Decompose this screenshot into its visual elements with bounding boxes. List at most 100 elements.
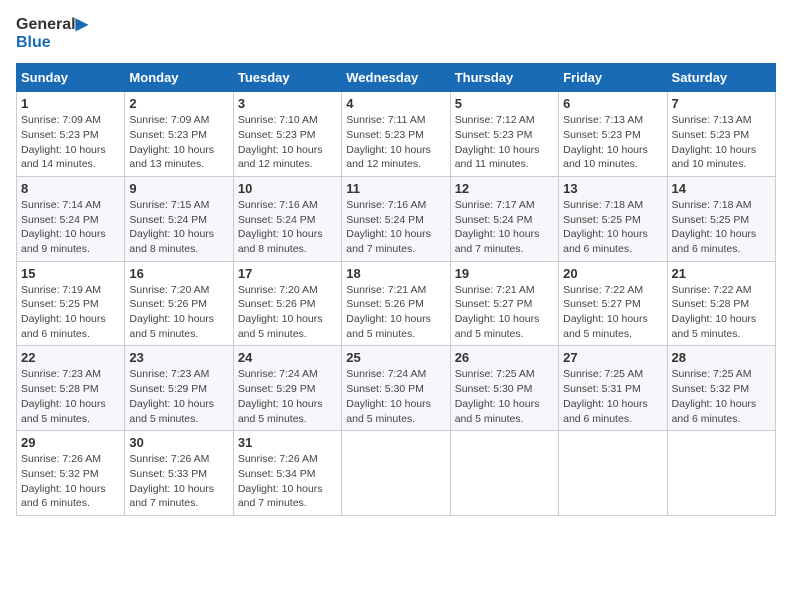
day-info: Sunrise: 7:26 AMSunset: 5:34 PMDaylight:… xyxy=(238,452,337,511)
day-number: 7 xyxy=(672,96,771,111)
calendar-day-cell: 13 Sunrise: 7:18 AMSunset: 5:25 PMDayligh… xyxy=(559,176,667,261)
day-info: Sunrise: 7:09 AMSunset: 5:23 PMDaylight:… xyxy=(129,113,228,172)
day-number: 28 xyxy=(672,350,771,365)
calendar-day-cell: 16Sunrise: 7:20 AMSunset: 5:26 PMDayligh… xyxy=(125,261,233,346)
day-number: 17 xyxy=(238,266,337,281)
day-info: Sunrise: 7:21 AMSunset: 5:26 PMDaylight:… xyxy=(346,283,445,342)
day-number: 16 xyxy=(129,266,228,281)
calendar-day-cell: 23 Sunrise: 7:23 AMSunset: 5:29 PMDayligh… xyxy=(125,346,233,431)
empty-cell xyxy=(450,431,558,516)
day-info: Sunrise: 7:11 AMSunset: 5:23 PMDaylight:… xyxy=(346,113,445,172)
day-number: 14 xyxy=(672,181,771,196)
empty-cell xyxy=(342,431,450,516)
day-number: 19 xyxy=(455,266,554,281)
day-info: Sunrise: 7:22 AMSunset: 5:28 PMDaylight:… xyxy=(672,283,771,342)
calendar-day-cell: 22 Sunrise: 7:23 AMSunset: 5:28 PMDayligh… xyxy=(17,346,125,431)
logo-text: General▶ Blue xyxy=(16,16,88,51)
day-info: Sunrise: 7:17 AMSunset: 5:24 PMDaylight:… xyxy=(455,198,554,257)
calendar-day-cell: 5 Sunrise: 7:12 AMSunset: 5:23 PMDaylight… xyxy=(450,92,558,177)
empty-cell xyxy=(559,431,667,516)
day-info: Sunrise: 7:16 AMSunset: 5:24 PMDaylight:… xyxy=(346,198,445,257)
day-number: 4 xyxy=(346,96,445,111)
calendar-week-row: 15 Sunrise: 7:19 AMSunset: 5:25 PMDayligh… xyxy=(17,261,776,346)
day-number: 5 xyxy=(455,96,554,111)
day-number: 25 xyxy=(346,350,445,365)
day-info: Sunrise: 7:18 AMSunset: 5:25 PMDaylight:… xyxy=(563,198,662,257)
day-number: 30 xyxy=(129,435,228,450)
calendar-week-row: 1 Sunrise: 7:09 AMSunset: 5:23 PMDaylight… xyxy=(17,92,776,177)
day-number: 20 xyxy=(563,266,662,281)
calendar-day-cell: 26 Sunrise: 7:25 AMSunset: 5:30 PMDayligh… xyxy=(450,346,558,431)
calendar-week-row: 22 Sunrise: 7:23 AMSunset: 5:28 PMDayligh… xyxy=(17,346,776,431)
day-number: 10 xyxy=(238,181,337,196)
calendar-day-cell: 10 Sunrise: 7:16 AMSunset: 5:24 PMDayligh… xyxy=(233,176,341,261)
day-info: Sunrise: 7:26 AMSunset: 5:32 PMDaylight:… xyxy=(21,452,120,511)
day-number: 11 xyxy=(346,181,445,196)
calendar-week-row: 29 Sunrise: 7:26 AMSunset: 5:32 PMDayligh… xyxy=(17,431,776,516)
calendar-day-cell: 8 Sunrise: 7:14 AMSunset: 5:24 PMDaylight… xyxy=(17,176,125,261)
calendar-day-cell: 9 Sunrise: 7:15 AMSunset: 5:24 PMDaylight… xyxy=(125,176,233,261)
empty-cell xyxy=(667,431,775,516)
day-number: 9 xyxy=(129,181,228,196)
day-info: Sunrise: 7:21 AMSunset: 5:27 PMDaylight:… xyxy=(455,283,554,342)
calendar-day-cell: 6 Sunrise: 7:13 AMSunset: 5:23 PMDaylight… xyxy=(559,92,667,177)
day-info: Sunrise: 7:10 AMSunset: 5:23 PMDaylight:… xyxy=(238,113,337,172)
page-header: General▶ Blue xyxy=(16,16,776,51)
day-number: 22 xyxy=(21,350,120,365)
weekday-header-sunday: Sunday xyxy=(17,64,125,92)
day-number: 29 xyxy=(21,435,120,450)
weekday-header-saturday: Saturday xyxy=(667,64,775,92)
day-info: Sunrise: 7:24 AMSunset: 5:29 PMDaylight:… xyxy=(238,367,337,426)
day-number: 18 xyxy=(346,266,445,281)
calendar-day-cell: 11 Sunrise: 7:16 AMSunset: 5:24 PMDayligh… xyxy=(342,176,450,261)
day-number: 27 xyxy=(563,350,662,365)
calendar-day-cell: 21 Sunrise: 7:22 AMSunset: 5:28 PMDayligh… xyxy=(667,261,775,346)
day-info: Sunrise: 7:22 AMSunset: 5:27 PMDaylight:… xyxy=(563,283,662,342)
day-number: 24 xyxy=(238,350,337,365)
day-number: 23 xyxy=(129,350,228,365)
day-info: Sunrise: 7:09 AMSunset: 5:23 PMDaylight:… xyxy=(21,113,120,172)
calendar-day-cell: 12Sunrise: 7:17 AMSunset: 5:24 PMDayligh… xyxy=(450,176,558,261)
calendar-day-cell: 17Sunrise: 7:20 AMSunset: 5:26 PMDayligh… xyxy=(233,261,341,346)
day-info: Sunrise: 7:12 AMSunset: 5:23 PMDaylight:… xyxy=(455,113,554,172)
calendar-day-cell: 28Sunrise: 7:25 AMSunset: 5:32 PMDayligh… xyxy=(667,346,775,431)
weekday-header-thursday: Thursday xyxy=(450,64,558,92)
day-number: 1 xyxy=(21,96,120,111)
calendar-day-cell: 15 Sunrise: 7:19 AMSunset: 5:25 PMDayligh… xyxy=(17,261,125,346)
calendar-day-cell: 18 Sunrise: 7:21 AMSunset: 5:26 PMDayligh… xyxy=(342,261,450,346)
day-info: Sunrise: 7:18 AMSunset: 5:25 PMDaylight:… xyxy=(672,198,771,257)
day-info: Sunrise: 7:24 AMSunset: 5:30 PMDaylight:… xyxy=(346,367,445,426)
calendar-table: SundayMondayTuesdayWednesdayThursdayFrid… xyxy=(16,63,776,516)
calendar-day-cell: 3 Sunrise: 7:10 AMSunset: 5:23 PMDaylight… xyxy=(233,92,341,177)
day-number: 6 xyxy=(563,96,662,111)
day-number: 21 xyxy=(672,266,771,281)
weekday-header-row: SundayMondayTuesdayWednesdayThursdayFrid… xyxy=(17,64,776,92)
day-info: Sunrise: 7:23 AMSunset: 5:28 PMDaylight:… xyxy=(21,367,120,426)
day-info: Sunrise: 7:26 AMSunset: 5:33 PMDaylight:… xyxy=(129,452,228,511)
calendar-day-cell: 2 Sunrise: 7:09 AMSunset: 5:23 PMDaylight… xyxy=(125,92,233,177)
day-info: Sunrise: 7:14 AMSunset: 5:24 PMDaylight:… xyxy=(21,198,120,257)
weekday-header-tuesday: Tuesday xyxy=(233,64,341,92)
calendar-day-cell: 24 Sunrise: 7:24 AMSunset: 5:29 PMDayligh… xyxy=(233,346,341,431)
day-number: 8 xyxy=(21,181,120,196)
calendar-day-cell: 4 Sunrise: 7:11 AMSunset: 5:23 PMDaylight… xyxy=(342,92,450,177)
day-number: 15 xyxy=(21,266,120,281)
day-info: Sunrise: 7:19 AMSunset: 5:25 PMDaylight:… xyxy=(21,283,120,342)
day-info: Sunrise: 7:13 AMSunset: 5:23 PMDaylight:… xyxy=(563,113,662,172)
weekday-header-friday: Friday xyxy=(559,64,667,92)
day-info: Sunrise: 7:15 AMSunset: 5:24 PMDaylight:… xyxy=(129,198,228,257)
day-info: Sunrise: 7:16 AMSunset: 5:24 PMDaylight:… xyxy=(238,198,337,257)
day-number: 13 xyxy=(563,181,662,196)
calendar-day-cell: 14 Sunrise: 7:18 AMSunset: 5:25 PMDayligh… xyxy=(667,176,775,261)
weekday-header-wednesday: Wednesday xyxy=(342,64,450,92)
calendar-day-cell: 1 Sunrise: 7:09 AMSunset: 5:23 PMDaylight… xyxy=(17,92,125,177)
day-info: Sunrise: 7:25 AMSunset: 5:30 PMDaylight:… xyxy=(455,367,554,426)
day-number: 26 xyxy=(455,350,554,365)
day-info: Sunrise: 7:13 AMSunset: 5:23 PMDaylight:… xyxy=(672,113,771,172)
day-number: 2 xyxy=(129,96,228,111)
day-info: Sunrise: 7:23 AMSunset: 5:29 PMDaylight:… xyxy=(129,367,228,426)
calendar-day-cell: 27Sunrise: 7:25 AMSunset: 5:31 PMDayligh… xyxy=(559,346,667,431)
weekday-header-monday: Monday xyxy=(125,64,233,92)
day-number: 3 xyxy=(238,96,337,111)
calendar-week-row: 8 Sunrise: 7:14 AMSunset: 5:24 PMDaylight… xyxy=(17,176,776,261)
